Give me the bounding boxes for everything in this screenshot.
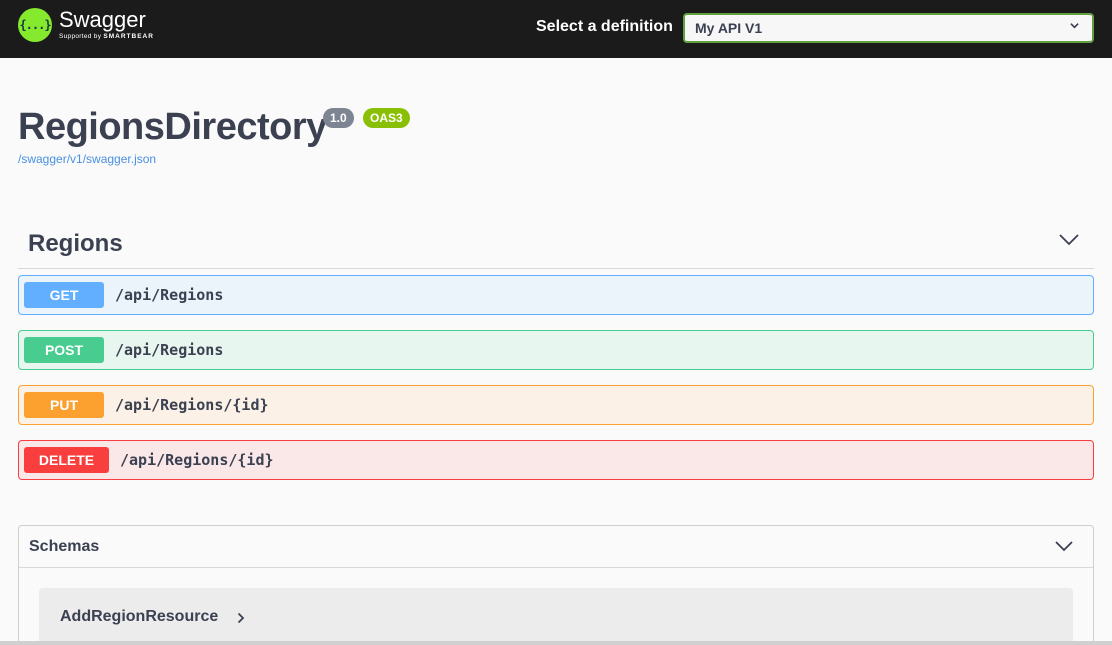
operation-path: /api/Regions/{id} [115, 396, 269, 414]
logo-text: Swagger Supported by SMARTBEAR [59, 7, 154, 41]
logo-supported-text: Supported by [59, 33, 102, 40]
logo-title: Swagger [59, 7, 146, 32]
top-bar: {...} Swagger Supported by SMARTBEAR Sel… [0, 0, 1112, 58]
schemas-header[interactable]: Schemas [19, 526, 1093, 568]
window-bottom-edge [0, 641, 1112, 645]
chevron-right-icon [237, 612, 245, 624]
model-item[interactable]: AddRegionResource [39, 588, 1073, 645]
chevron-down-icon [1059, 234, 1079, 246]
oas-badge: OAS3 [363, 108, 410, 128]
tag-section-header[interactable]: Regions [18, 222, 1094, 269]
method-badge-put: PUT [24, 392, 104, 418]
logo-subtitle: Supported by SMARTBEAR [59, 33, 154, 40]
operation-get-regions[interactable]: GET /api/Regions [18, 275, 1094, 315]
operation-path: /api/Regions/{id} [120, 451, 274, 469]
logo-company-text: SMARTBEAR [103, 33, 154, 40]
schemas-section: Schemas AddRegionResource [18, 525, 1094, 645]
method-badge-delete: DELETE [24, 447, 109, 473]
definition-selected-value: My API V1 [695, 20, 763, 36]
definition-select[interactable]: My API V1 [683, 13, 1094, 43]
operation-delete-region[interactable]: DELETE /api/Regions/{id} [18, 440, 1094, 480]
model-name: AddRegionResource [60, 608, 219, 625]
tag-name: Regions [28, 230, 123, 257]
version-badge: 1.0 [323, 108, 354, 128]
method-badge-post: POST [24, 337, 104, 363]
operation-put-region[interactable]: PUT /api/Regions/{id} [18, 385, 1094, 425]
chevron-down-icon [1070, 23, 1079, 29]
method-badge-get: GET [24, 282, 104, 308]
definition-label: Select a definition [536, 18, 673, 35]
operation-post-regions[interactable]: POST /api/Regions [18, 330, 1094, 370]
swagger-logo[interactable]: {...} Swagger Supported by SMARTBEAR [18, 8, 154, 42]
operation-path: /api/Regions [115, 286, 224, 304]
schemas-title: Schemas [29, 538, 100, 555]
swagger-logo-icon: {...} [18, 8, 52, 42]
api-title: RegionsDirectory [18, 106, 327, 148]
spec-url-link[interactable]: /swagger/v1/swagger.json [18, 152, 156, 166]
chevron-down-icon [1055, 541, 1073, 552]
operation-path: /api/Regions [115, 341, 224, 359]
